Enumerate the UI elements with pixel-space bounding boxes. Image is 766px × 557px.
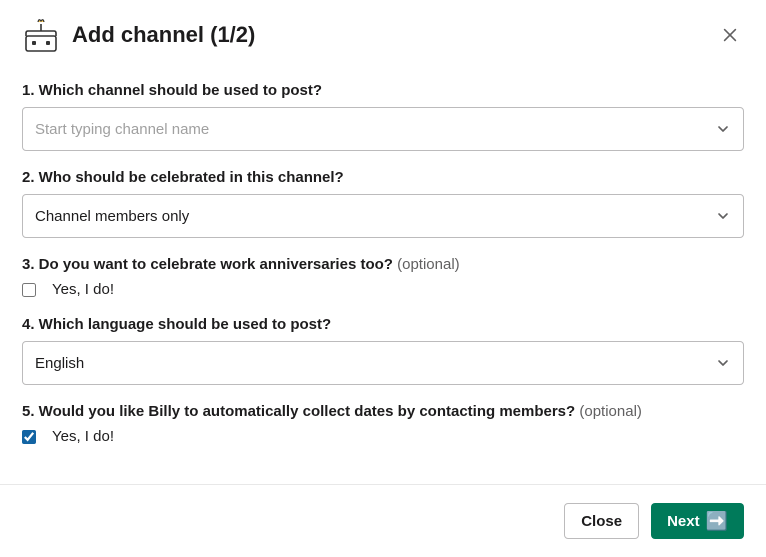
- channel-select[interactable]: Start typing channel name: [22, 107, 744, 151]
- q3-label: 3. Do you want to celebrate work anniver…: [22, 256, 744, 273]
- q2-label: 2. Who should be celebrated in this chan…: [22, 169, 744, 186]
- anniversaries-checkbox[interactable]: [22, 283, 36, 297]
- celebrate-who-value: Channel members only: [35, 208, 715, 225]
- auto-collect-checkbox[interactable]: [22, 430, 36, 444]
- next-button-label: Next: [667, 513, 700, 530]
- q5-label: 5. Would you like Billy to automatically…: [22, 403, 744, 420]
- q3-optional: (optional): [397, 256, 460, 273]
- q4-label: 4. Which language should be used to post…: [22, 316, 744, 333]
- celebrate-who-select[interactable]: Channel members only: [22, 194, 744, 238]
- close-button[interactable]: Close: [564, 503, 639, 539]
- anniversaries-checkbox-label[interactable]: Yes, I do!: [52, 281, 114, 298]
- chevron-down-icon: [715, 121, 731, 137]
- chevron-down-icon: [715, 355, 731, 371]
- language-select[interactable]: English: [22, 341, 744, 385]
- modal-title: Add channel (1/2): [72, 22, 716, 48]
- q1-label: 1. Which channel should be used to post?: [22, 82, 744, 99]
- q5-optional: (optional): [579, 403, 642, 420]
- arrow-right-icon: ➡️: [706, 512, 728, 530]
- auto-collect-checkbox-label[interactable]: Yes, I do!: [52, 428, 114, 445]
- close-icon[interactable]: [716, 21, 744, 49]
- language-value: English: [35, 355, 715, 372]
- chevron-down-icon: [715, 208, 731, 224]
- next-button[interactable]: Next ➡️: [651, 503, 744, 539]
- app-icon: [22, 16, 60, 54]
- channel-select-placeholder: Start typing channel name: [35, 121, 715, 138]
